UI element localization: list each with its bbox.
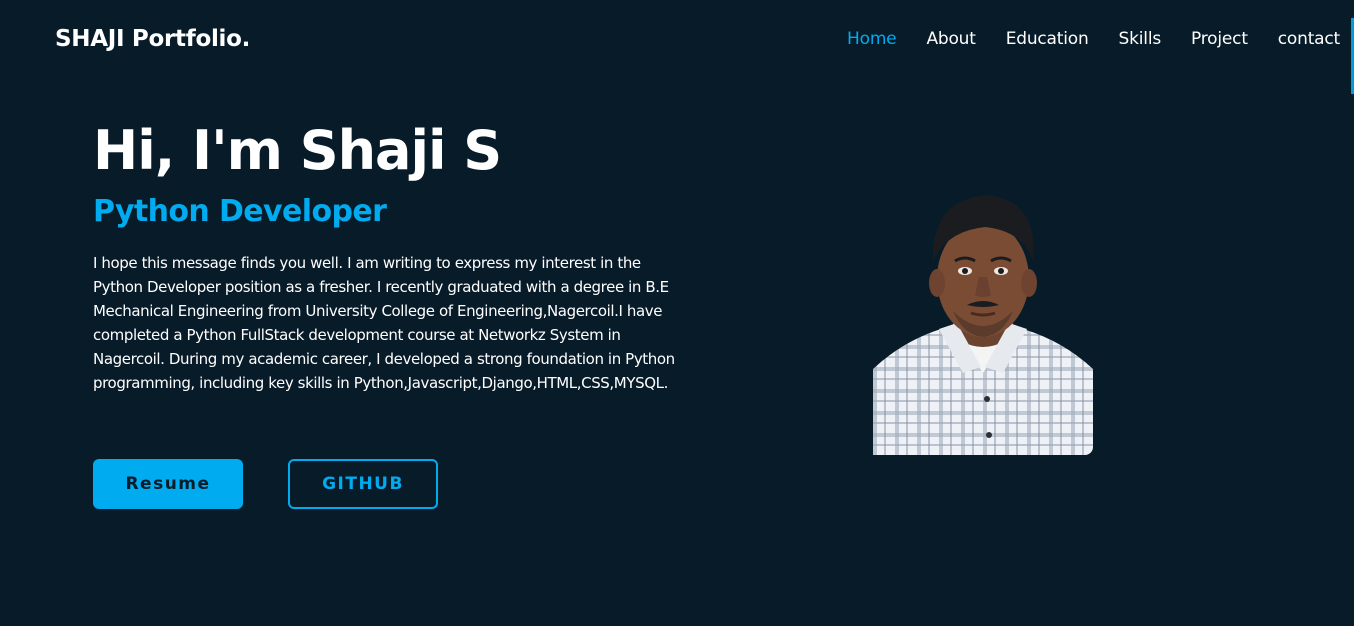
portfolio-page: SHAJI Portfolio. Home About Education Sk… [0, 0, 1354, 626]
main-nav: Home About Education Skills Project cont… [817, 29, 1340, 49]
nav-contact[interactable]: contact [1278, 29, 1340, 49]
nav-education[interactable]: Education [1006, 29, 1089, 49]
hero-title: Hi, I'm Shaji S [93, 119, 502, 182]
nav-about[interactable]: About [926, 29, 975, 49]
nav-skills[interactable]: Skills [1119, 29, 1162, 49]
profile-photo-illustration [873, 195, 1093, 455]
github-button[interactable]: GITHUB [288, 459, 438, 509]
resume-button[interactable]: Resume [93, 459, 243, 509]
hero-subtitle: Python Developer [93, 194, 387, 229]
hero-description: I hope this message finds you well. I am… [93, 254, 675, 392]
site-header: SHAJI Portfolio. Home About Education Sk… [0, 0, 1354, 78]
nav-project[interactable]: Project [1191, 29, 1248, 49]
nav-home[interactable]: Home [847, 29, 897, 49]
site-logo[interactable]: SHAJI Portfolio. [55, 26, 250, 52]
profile-photo [873, 191, 1093, 455]
